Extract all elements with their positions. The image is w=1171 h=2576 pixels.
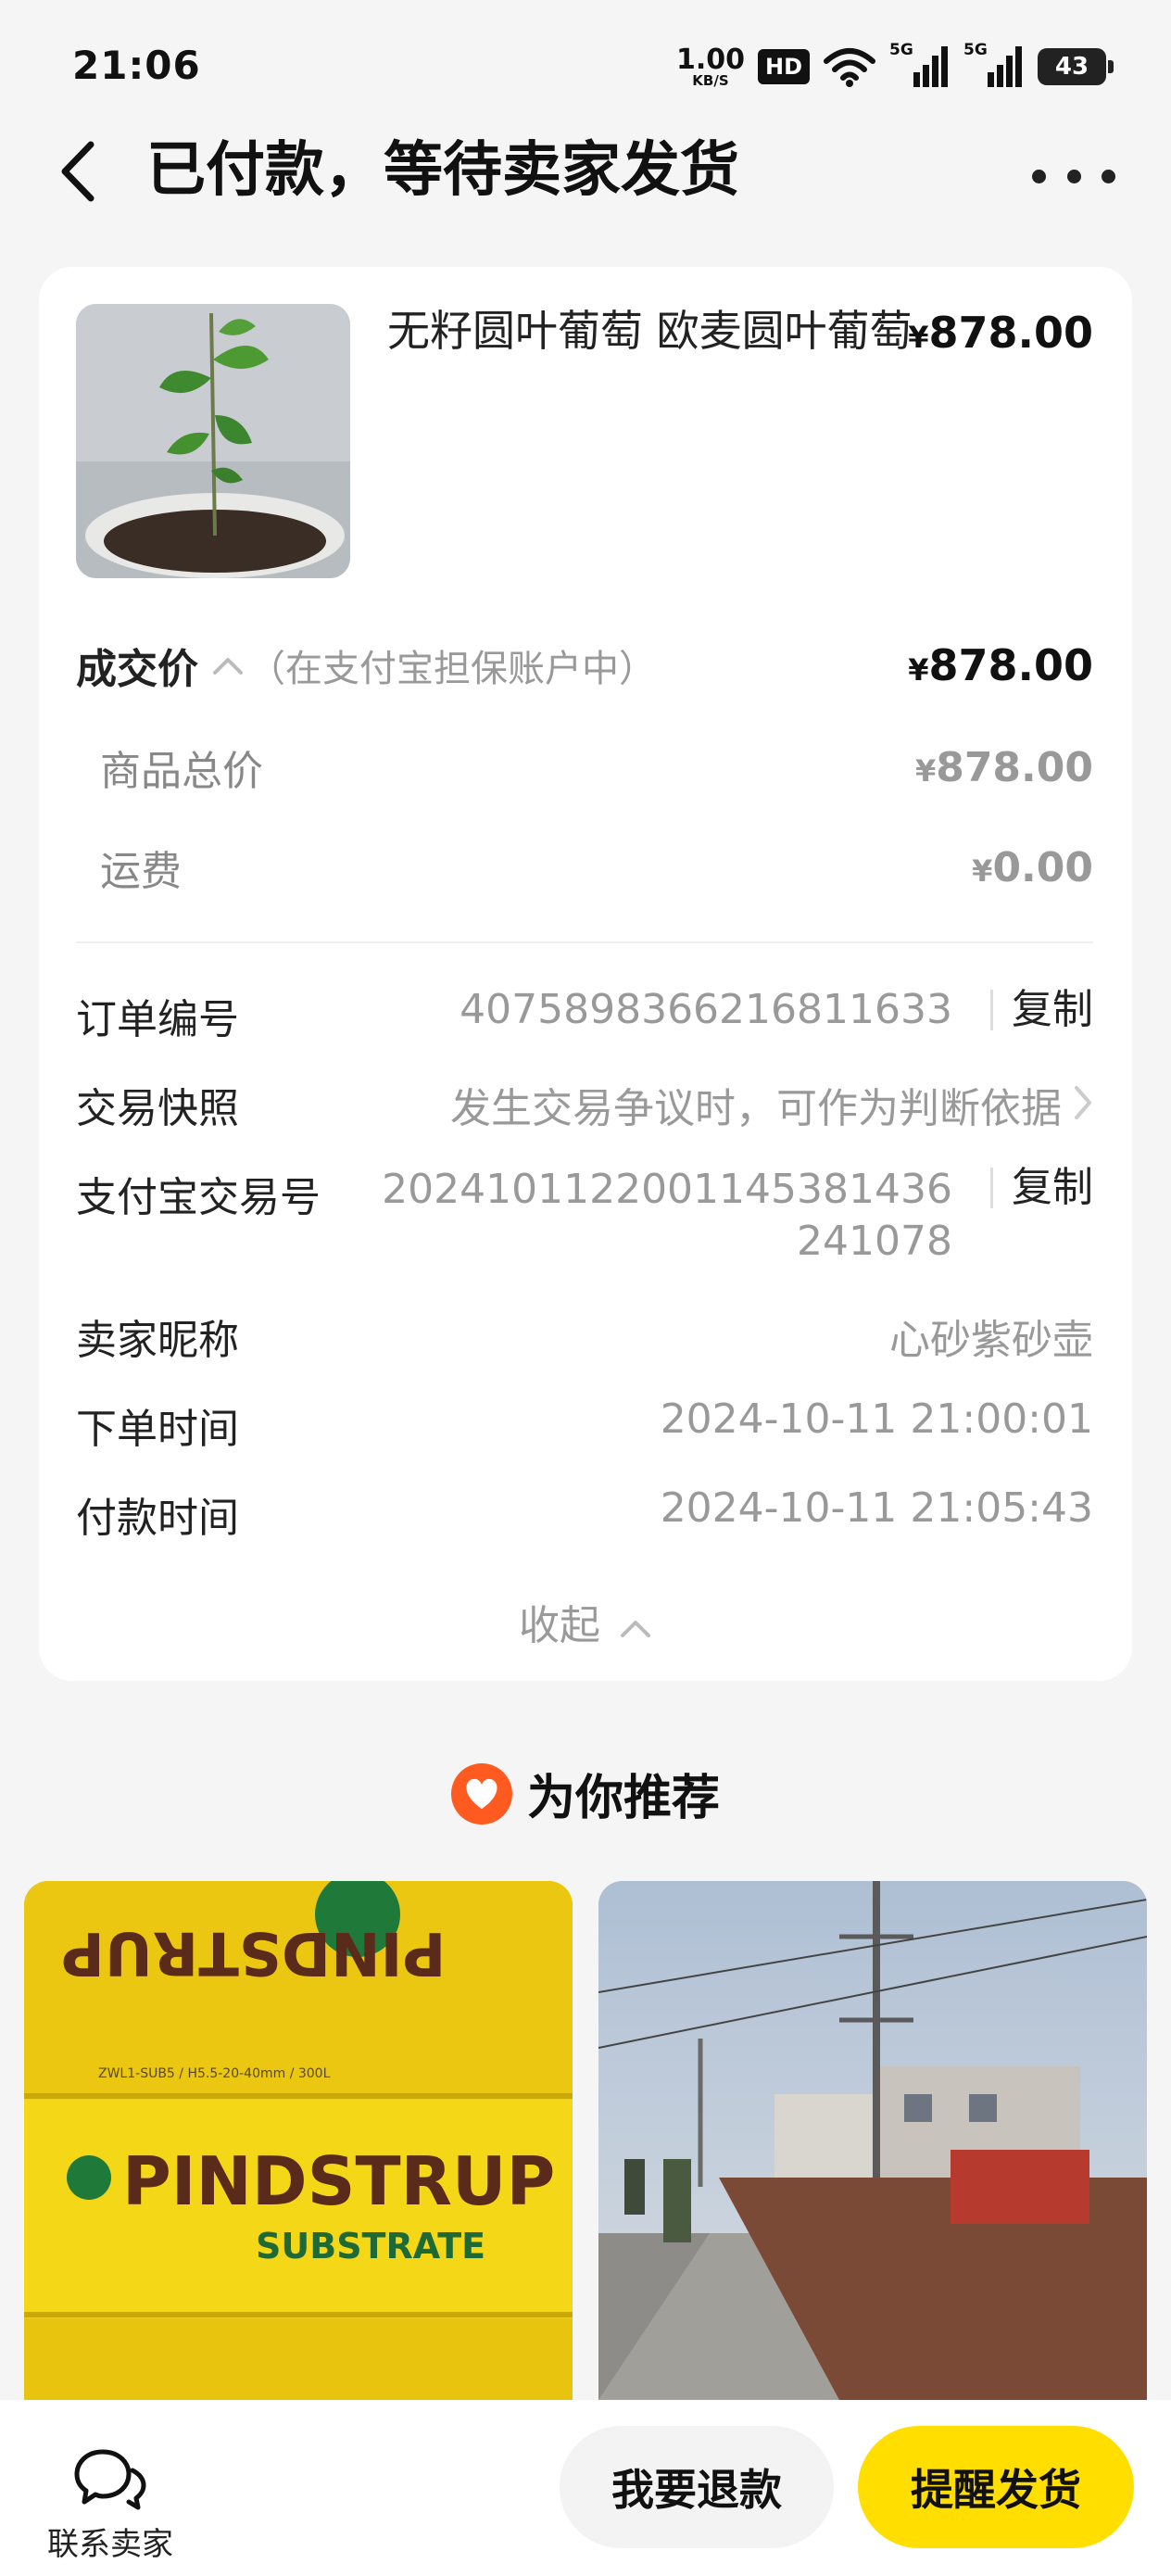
- more-dot: [1102, 169, 1115, 183]
- copy-order-number-button[interactable]: 复制: [990, 990, 1093, 1030]
- substrate-text: SUBSTRATE: [256, 2226, 486, 2267]
- brand-text-main: PINDSTRUP: [122, 2142, 556, 2220]
- seller-row: 卖家昵称 心砂紫砂壶: [76, 1307, 1093, 1364]
- alipay-number-row: 支付宝交易号 2024101122001145381436 241078 复制: [76, 1164, 1093, 1266]
- deal-price-label: 成交价: [76, 646, 198, 693]
- deal-price-number: 878.00: [928, 640, 1093, 690]
- pay-time-label: 付款时间: [76, 1495, 239, 1542]
- escrow-note: （在支付宝担保账户中）: [248, 648, 656, 690]
- hd-icon: HD: [757, 49, 810, 84]
- contact-seller-label: 联系卖家: [47, 2526, 173, 2563]
- heart-icon: [450, 1762, 512, 1825]
- currency-symbol: ¥: [972, 852, 993, 889]
- alipay-number-line1: 2024101122001145381436: [382, 1166, 952, 1213]
- recommend-item[interactable]: [598, 1881, 1147, 2400]
- status-time: 21:06: [72, 43, 201, 88]
- seller-name: 心砂紫砂壶: [889, 1317, 1093, 1364]
- chevron-left-icon: [61, 141, 94, 202]
- battery-icon: 43: [1038, 48, 1114, 85]
- order-time-value: 2024-10-11 21:00:01: [660, 1395, 1093, 1443]
- product-image[interactable]: [76, 304, 350, 578]
- spec-text: ZWL1-SUB5 / H5.5-20-40mm / 300L: [98, 2066, 331, 2081]
- battery-level: 43: [1054, 53, 1089, 81]
- currency-symbol: ¥: [908, 652, 929, 688]
- recommend-title: 为你推荐: [526, 1771, 720, 1826]
- alipay-number-label: 支付宝交易号: [76, 1174, 321, 1221]
- remind-shipping-button[interactable]: 提醒发货: [858, 2426, 1134, 2548]
- shipping-number: 0.00: [992, 843, 1093, 891]
- chevron-right-icon: [1075, 1086, 1091, 1119]
- wifi-icon: [824, 48, 875, 87]
- divider: [76, 941, 1093, 943]
- chevron-up-icon: [621, 1621, 650, 1637]
- back-button[interactable]: [44, 130, 109, 213]
- goods-total-number: 878.00: [936, 743, 1093, 791]
- chat-icon: [74, 2449, 146, 2510]
- goods-total-row: 商品总价 ¥878.00: [76, 738, 1093, 797]
- more-button[interactable]: [1032, 148, 1115, 204]
- status-icons: 1.00 KB/S HD 5G 5G 43: [675, 41, 1114, 93]
- pay-time-value: 2024-10-11 21:05:43: [660, 1484, 1093, 1532]
- order-number-label: 订单编号: [76, 996, 239, 1043]
- status-bar: 21:06 1.00 KB/S HD 5G 5G 43: [0, 0, 1171, 130]
- order-number-value: 4075898366216811633: [460, 986, 952, 1033]
- signal-icon-2: 5G: [963, 41, 1025, 89]
- product-price: ¥878.00: [908, 308, 1093, 358]
- refund-button[interactable]: 我要退款: [560, 2426, 834, 2548]
- chevron-up-icon: [213, 658, 243, 675]
- recommend-item[interactable]: PINDSTRUP ZWL1-SUB5 / H5.5-20-40mm / 300…: [24, 1881, 573, 2400]
- seller-label: 卖家昵称: [76, 1317, 239, 1364]
- shipping-row: 运费 ¥0.00: [76, 838, 1093, 897]
- currency-symbol: ¥: [908, 320, 929, 355]
- net-speed: 1.00 KB/S: [675, 43, 745, 89]
- recommend-item-image: [598, 1881, 1147, 2400]
- trade-snapshot-value: 发生交易争议时，可作为判断依据: [450, 1085, 1062, 1132]
- more-dot: [1066, 169, 1081, 183]
- more-dot: [1032, 169, 1046, 183]
- copy-alipay-number-button[interactable]: 复制: [990, 1168, 1093, 1208]
- alipay-number-line2: 241078: [797, 1218, 952, 1265]
- brand-text-top: PINDSTRUP: [61, 1918, 447, 1987]
- collapse-label: 收起: [519, 1602, 600, 1649]
- pay-time-row: 付款时间 2024-10-11 21:05:43: [76, 1484, 1093, 1542]
- shipping-label: 运费: [100, 848, 182, 895]
- goods-total-value: ¥878.00: [915, 744, 1093, 791]
- currency-symbol: ¥: [914, 752, 937, 789]
- net-speed-unit: KB/S: [692, 71, 729, 89]
- product-name[interactable]: 无籽圆叶葡萄 欧麦圆叶葡萄: [387, 304, 934, 358]
- deal-price-value: ¥878.00: [908, 640, 1093, 690]
- trade-snapshot-label: 交易快照: [76, 1085, 239, 1132]
- alipay-number-value: 2024101122001145381436 241078: [382, 1164, 952, 1268]
- order-time-label: 下单时间: [76, 1406, 239, 1453]
- contact-seller-button[interactable]: 联系卖家: [41, 2446, 180, 2564]
- order-time-row: 下单时间 2024-10-11 21:00:01: [76, 1395, 1093, 1453]
- order-number-row: 订单编号 4075898366216811633 复制: [76, 986, 1093, 1043]
- signal-icon: 5G: [889, 41, 951, 89]
- trade-snapshot-row[interactable]: 交易快照 发生交易争议时，可作为判断依据: [76, 1075, 1093, 1132]
- product-price-value: 878.00: [928, 308, 1093, 358]
- deal-price-row[interactable]: 成交价 （在支付宝担保账户中） ¥878.00: [76, 636, 1093, 695]
- goods-total-label: 商品总价: [100, 748, 263, 795]
- bottom-action-bar: 联系卖家 我要退款 提醒发货: [0, 2400, 1171, 2576]
- recommend-heading: 为你推荐: [0, 1759, 1171, 1828]
- shipping-value: ¥0.00: [972, 844, 1093, 891]
- page-title: 已付款，等待卖家发货: [146, 136, 739, 205]
- collapse-button[interactable]: 收起: [39, 1592, 1132, 1651]
- net-speed-value: 1.00: [675, 43, 745, 76]
- order-card: 无籽圆叶葡萄 欧麦圆叶葡萄 ¥878.00 成交价 （在支付宝担保账户中） ¥8…: [39, 267, 1132, 1681]
